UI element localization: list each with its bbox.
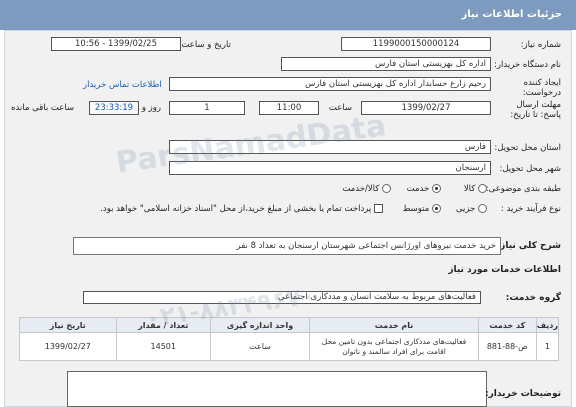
treasury-checkbox[interactable]	[374, 204, 383, 213]
announce-date-field: 1399/02/25 - 10:56	[51, 37, 181, 51]
services-section-title: اطلاعات خدمات مورد نیاز	[448, 265, 561, 275]
col-service-name: نام خدمت	[309, 317, 479, 333]
need-number-field: 1199000150000124	[341, 37, 491, 51]
remaining-time-field: 23:33:19	[89, 101, 139, 115]
cell-unit: ساعت	[209, 332, 311, 361]
summary-field: خرید خدمت نیروهای اورژانس اجتماعی شهرستا…	[73, 237, 501, 255]
col-row-number: ردیف	[535, 317, 560, 333]
radio-minor[interactable]	[478, 204, 487, 213]
need-details-panel: شماره نیاز: 1199000150000124 تاریخ و ساع…	[4, 30, 572, 407]
col-service-code: کد خدمت	[477, 317, 537, 333]
buyer-org-field: اداره کل بهزیستی استان فارس	[281, 57, 491, 71]
remaining-time-label: ساعت باقی مانده	[11, 103, 75, 113]
category-option-goods[interactable]: کالا	[464, 184, 487, 194]
col-quantity: تعداد / مقدار	[115, 317, 211, 333]
summary-label: شرح کلی نیاز:	[496, 241, 561, 251]
page-title: جزئیات اطلاعات نیاز	[0, 0, 576, 30]
service-group-field: فعالیت‌های مربوط به سلامت انسان و مددکار…	[83, 291, 481, 304]
cell-row-number: 1	[535, 332, 560, 361]
requester-field: رحیم زارع حسابدار اداره کل بهزیستی استان…	[169, 77, 491, 91]
cell-service-name: فعالیت‌های مددکاری اجتماعی بدون تامین مح…	[309, 332, 479, 361]
process-option-minor[interactable]: جزیی	[456, 204, 487, 214]
category-label: طبقه بندی موضوعی:	[485, 184, 561, 194]
buyer-contact-link[interactable]: اطلاعات تماس خریدار	[83, 80, 162, 90]
deadline-time-label: ساعت	[328, 103, 352, 113]
radio-goods-service[interactable]	[382, 184, 391, 193]
city-label: شهر محل تحویل:	[499, 164, 561, 174]
services-table: ردیف کد خدمت نام خدمت واحد اندازه گیری ت…	[19, 317, 560, 361]
col-need-date: تاریخ نیاز	[19, 317, 117, 333]
city-field: ارسنجان	[169, 161, 491, 175]
buyer-org-label: نام دستگاه خریدار:	[494, 60, 561, 70]
province-field: فارس	[169, 140, 491, 154]
process-option-medium[interactable]: متوسط	[403, 204, 441, 214]
need-number-label: شماره نیاز:	[520, 40, 561, 50]
col-unit: واحد اندازه گیری	[209, 317, 311, 333]
province-label: استان محل تحویل:	[494, 143, 561, 153]
buyer-notes-label: توضیحات خریدار:	[485, 389, 561, 399]
buyer-notes-field	[67, 371, 487, 407]
treasury-payment-option[interactable]: پرداخت تمام یا بخشی از مبلغ خرید،از محل …	[100, 204, 383, 214]
process-type-label: نوع فرآیند خرید :	[500, 204, 561, 214]
category-option-goods-service[interactable]: کالا/خدمت	[342, 184, 391, 194]
service-group-label: گروه خدمت:	[505, 293, 561, 303]
cell-need-date: 1399/02/27	[19, 332, 117, 361]
cell-service-code: ص-88-881	[477, 332, 537, 361]
radio-goods[interactable]	[478, 184, 487, 193]
requester-label: ایجاد کننده درخواست:	[522, 78, 561, 98]
category-option-service[interactable]: خدمت	[407, 184, 441, 194]
deadline-date-field: 1399/02/27	[361, 101, 491, 115]
cell-quantity: 14501	[115, 332, 211, 361]
days-label: روز و	[141, 103, 161, 113]
radio-medium[interactable]	[432, 204, 441, 213]
deadline-time-field: 11:00	[259, 101, 319, 115]
table-row: 1 ص-88-881 فعالیت‌های مددکاری اجتماعی بد…	[19, 332, 560, 361]
radio-service[interactable]	[432, 184, 441, 193]
deadline-label: مهلت ارسال پاسخ: تا تاریخ:	[510, 100, 561, 120]
days-remaining-field: 1	[169, 101, 245, 115]
table-header-row: ردیف کد خدمت نام خدمت واحد اندازه گیری ت…	[19, 317, 560, 333]
